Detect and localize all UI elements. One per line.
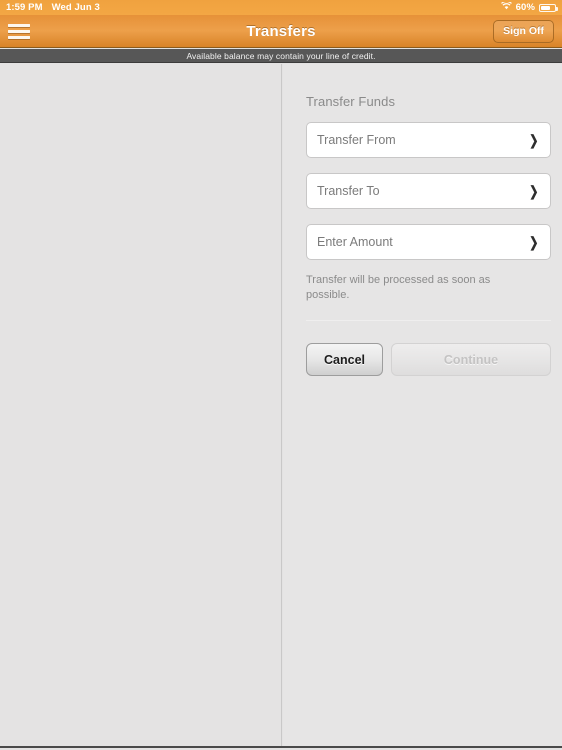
navigation-bar: Transfers Sign Off [0,15,562,48]
transfer-from-label: Transfer From [317,133,396,147]
page-title: Transfers [246,22,316,40]
transfer-to-field[interactable]: Transfer To ❯ [306,173,551,209]
balance-notice-bar: Available balance may contain your line … [0,49,562,63]
battery-icon [539,3,558,12]
chevron-right-icon: ❯ [529,183,539,199]
status-bar-date: Wed Jun 3 [51,2,100,13]
status-bar-time: 1:59 PM [6,2,43,13]
chevron-right-icon: ❯ [529,234,539,250]
transfer-from-field[interactable]: Transfer From ❯ [306,122,551,158]
sign-off-button[interactable]: Sign Off [493,20,554,43]
left-detail-pane [0,64,282,748]
bottom-edge [0,746,562,748]
continue-button[interactable]: Continue [391,343,551,376]
transfers-screen: 1:59 PM Wed Jun 3 60% Transfers Sign Off… [0,0,562,750]
processing-helper-text: Transfer will be processed as soon as po… [306,274,491,301]
section-title: Transfer Funds [306,94,396,109]
status-bar: 1:59 PM Wed Jun 3 60% [0,0,562,15]
enter-amount-label: Enter Amount [317,235,393,249]
chevron-right-icon: ❯ [529,132,539,148]
status-bar-right-group: 60% [500,0,558,13]
transfer-funds-pane: Transfer Funds Transfer From ❯ Transfer … [283,64,562,748]
enter-amount-field[interactable]: Enter Amount ❯ [306,224,551,260]
wifi-icon [500,0,512,13]
content-area: Transfer Funds Transfer From ❯ Transfer … [0,64,562,748]
battery-percent-label: 60% [515,2,535,13]
cancel-button[interactable]: Cancel [306,343,383,376]
form-divider [306,320,551,321]
transfer-to-label: Transfer To [317,184,380,198]
